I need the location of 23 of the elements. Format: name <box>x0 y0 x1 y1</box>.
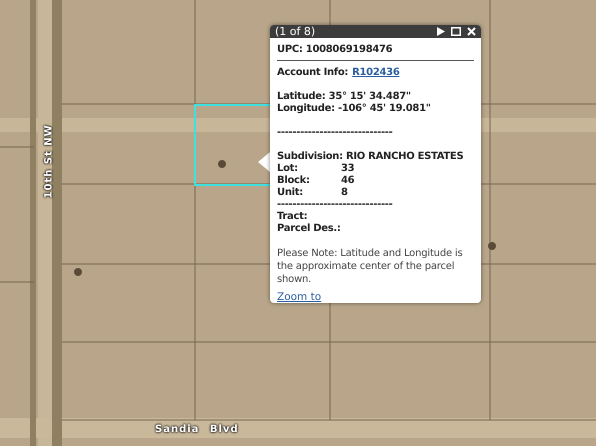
close-icon[interactable] <box>467 27 476 36</box>
field-label: Tract: <box>277 211 308 223</box>
field-label: Lot: <box>277 163 299 175</box>
field-label: Parcel Des.: <box>277 223 342 235</box>
field-value: 8 <box>341 187 348 199</box>
account-label: Account Info: <box>277 67 348 79</box>
separator-text: ------------------------------ <box>277 199 394 211</box>
separator-text: ------------------------------ <box>277 127 394 139</box>
longitude-text: Longitude: -106° 45' 19.081" <box>277 103 432 115</box>
upc-text: UPC: 1008069198476 <box>277 44 394 56</box>
subdivision-text: Subdivision: RIO RANCHO ESTATES <box>277 151 464 163</box>
maximize-icon[interactable] <box>451 27 461 36</box>
field-value: 33 <box>341 163 354 175</box>
field-label: Block: <box>277 175 311 187</box>
street-label: Sandia Blvd <box>155 424 239 435</box>
zoom-to-link[interactable]: Zoom to <box>277 291 322 303</box>
play-icon[interactable] <box>437 27 445 36</box>
popup-title: (1 of 8) <box>275 25 316 38</box>
note-text: Please Note: Latitude and Longitude is the approximate center of the parcel shown. <box>277 247 464 286</box>
field-label: Unit: <box>277 187 304 199</box>
field-value: 46 <box>341 175 354 187</box>
account-link[interactable]: R102436 <box>352 67 400 79</box>
latitude-text: Latitude: 35° 15' 34.487" <box>277 91 412 103</box>
